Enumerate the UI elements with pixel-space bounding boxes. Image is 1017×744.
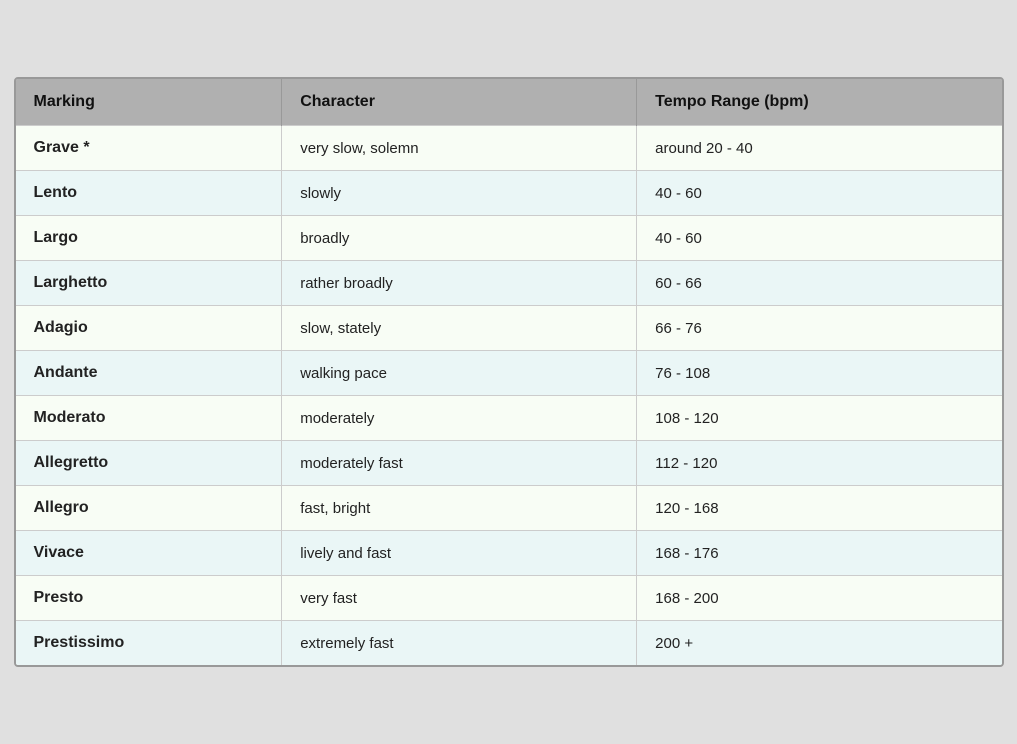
tempo-table: Marking Character Tempo Range (bpm) Grav… [16,79,1002,665]
cell-character: extremely fast [282,621,637,666]
cell-marking: Andante [16,351,282,396]
cell-character: broadly [282,216,637,261]
cell-tempo: 40 - 60 [637,171,1002,216]
cell-marking: Prestissimo [16,621,282,666]
cell-marking: Allegretto [16,441,282,486]
cell-tempo: 76 - 108 [637,351,1002,396]
cell-marking: Largo [16,216,282,261]
table-row: Andantewalking pace76 - 108 [16,351,1002,396]
header-tempo: Tempo Range (bpm) [637,79,1002,126]
cell-tempo: around 20 - 40 [637,126,1002,171]
table-row: Vivacelively and fast168 - 176 [16,531,1002,576]
cell-tempo: 108 - 120 [637,396,1002,441]
cell-character: moderately fast [282,441,637,486]
cell-tempo: 60 - 66 [637,261,1002,306]
table-row: Larghettorather broadly60 - 66 [16,261,1002,306]
cell-tempo: 200 + [637,621,1002,666]
table-row: Lentoslowly40 - 60 [16,171,1002,216]
cell-character: rather broadly [282,261,637,306]
cell-character: lively and fast [282,531,637,576]
table-row: Allegrofast, bright120 - 168 [16,486,1002,531]
cell-marking: Larghetto [16,261,282,306]
cell-character: very fast [282,576,637,621]
cell-character: slowly [282,171,637,216]
cell-marking: Lento [16,171,282,216]
header-character: Character [282,79,637,126]
table-row: Adagioslow, stately66 - 76 [16,306,1002,351]
table-row: Prestissimoextremely fast200 + [16,621,1002,666]
cell-marking: Moderato [16,396,282,441]
cell-tempo: 168 - 200 [637,576,1002,621]
table-row: Moderatomoderately108 - 120 [16,396,1002,441]
cell-marking: Vivace [16,531,282,576]
table-row: Allegrettomoderately fast112 - 120 [16,441,1002,486]
table-row: Grave *very slow, solemnaround 20 - 40 [16,126,1002,171]
cell-tempo: 66 - 76 [637,306,1002,351]
cell-marking: Grave * [16,126,282,171]
cell-tempo: 112 - 120 [637,441,1002,486]
cell-tempo: 40 - 60 [637,216,1002,261]
cell-character: moderately [282,396,637,441]
table-header-row: Marking Character Tempo Range (bpm) [16,79,1002,126]
cell-tempo: 168 - 176 [637,531,1002,576]
cell-marking: Presto [16,576,282,621]
tempo-table-wrapper: Marking Character Tempo Range (bpm) Grav… [14,77,1004,667]
cell-tempo: 120 - 168 [637,486,1002,531]
cell-character: very slow, solemn [282,126,637,171]
cell-character: slow, stately [282,306,637,351]
table-row: Prestovery fast168 - 200 [16,576,1002,621]
header-marking: Marking [16,79,282,126]
cell-marking: Allegro [16,486,282,531]
cell-character: walking pace [282,351,637,396]
table-row: Largobroadly40 - 60 [16,216,1002,261]
cell-character: fast, bright [282,486,637,531]
cell-marking: Adagio [16,306,282,351]
